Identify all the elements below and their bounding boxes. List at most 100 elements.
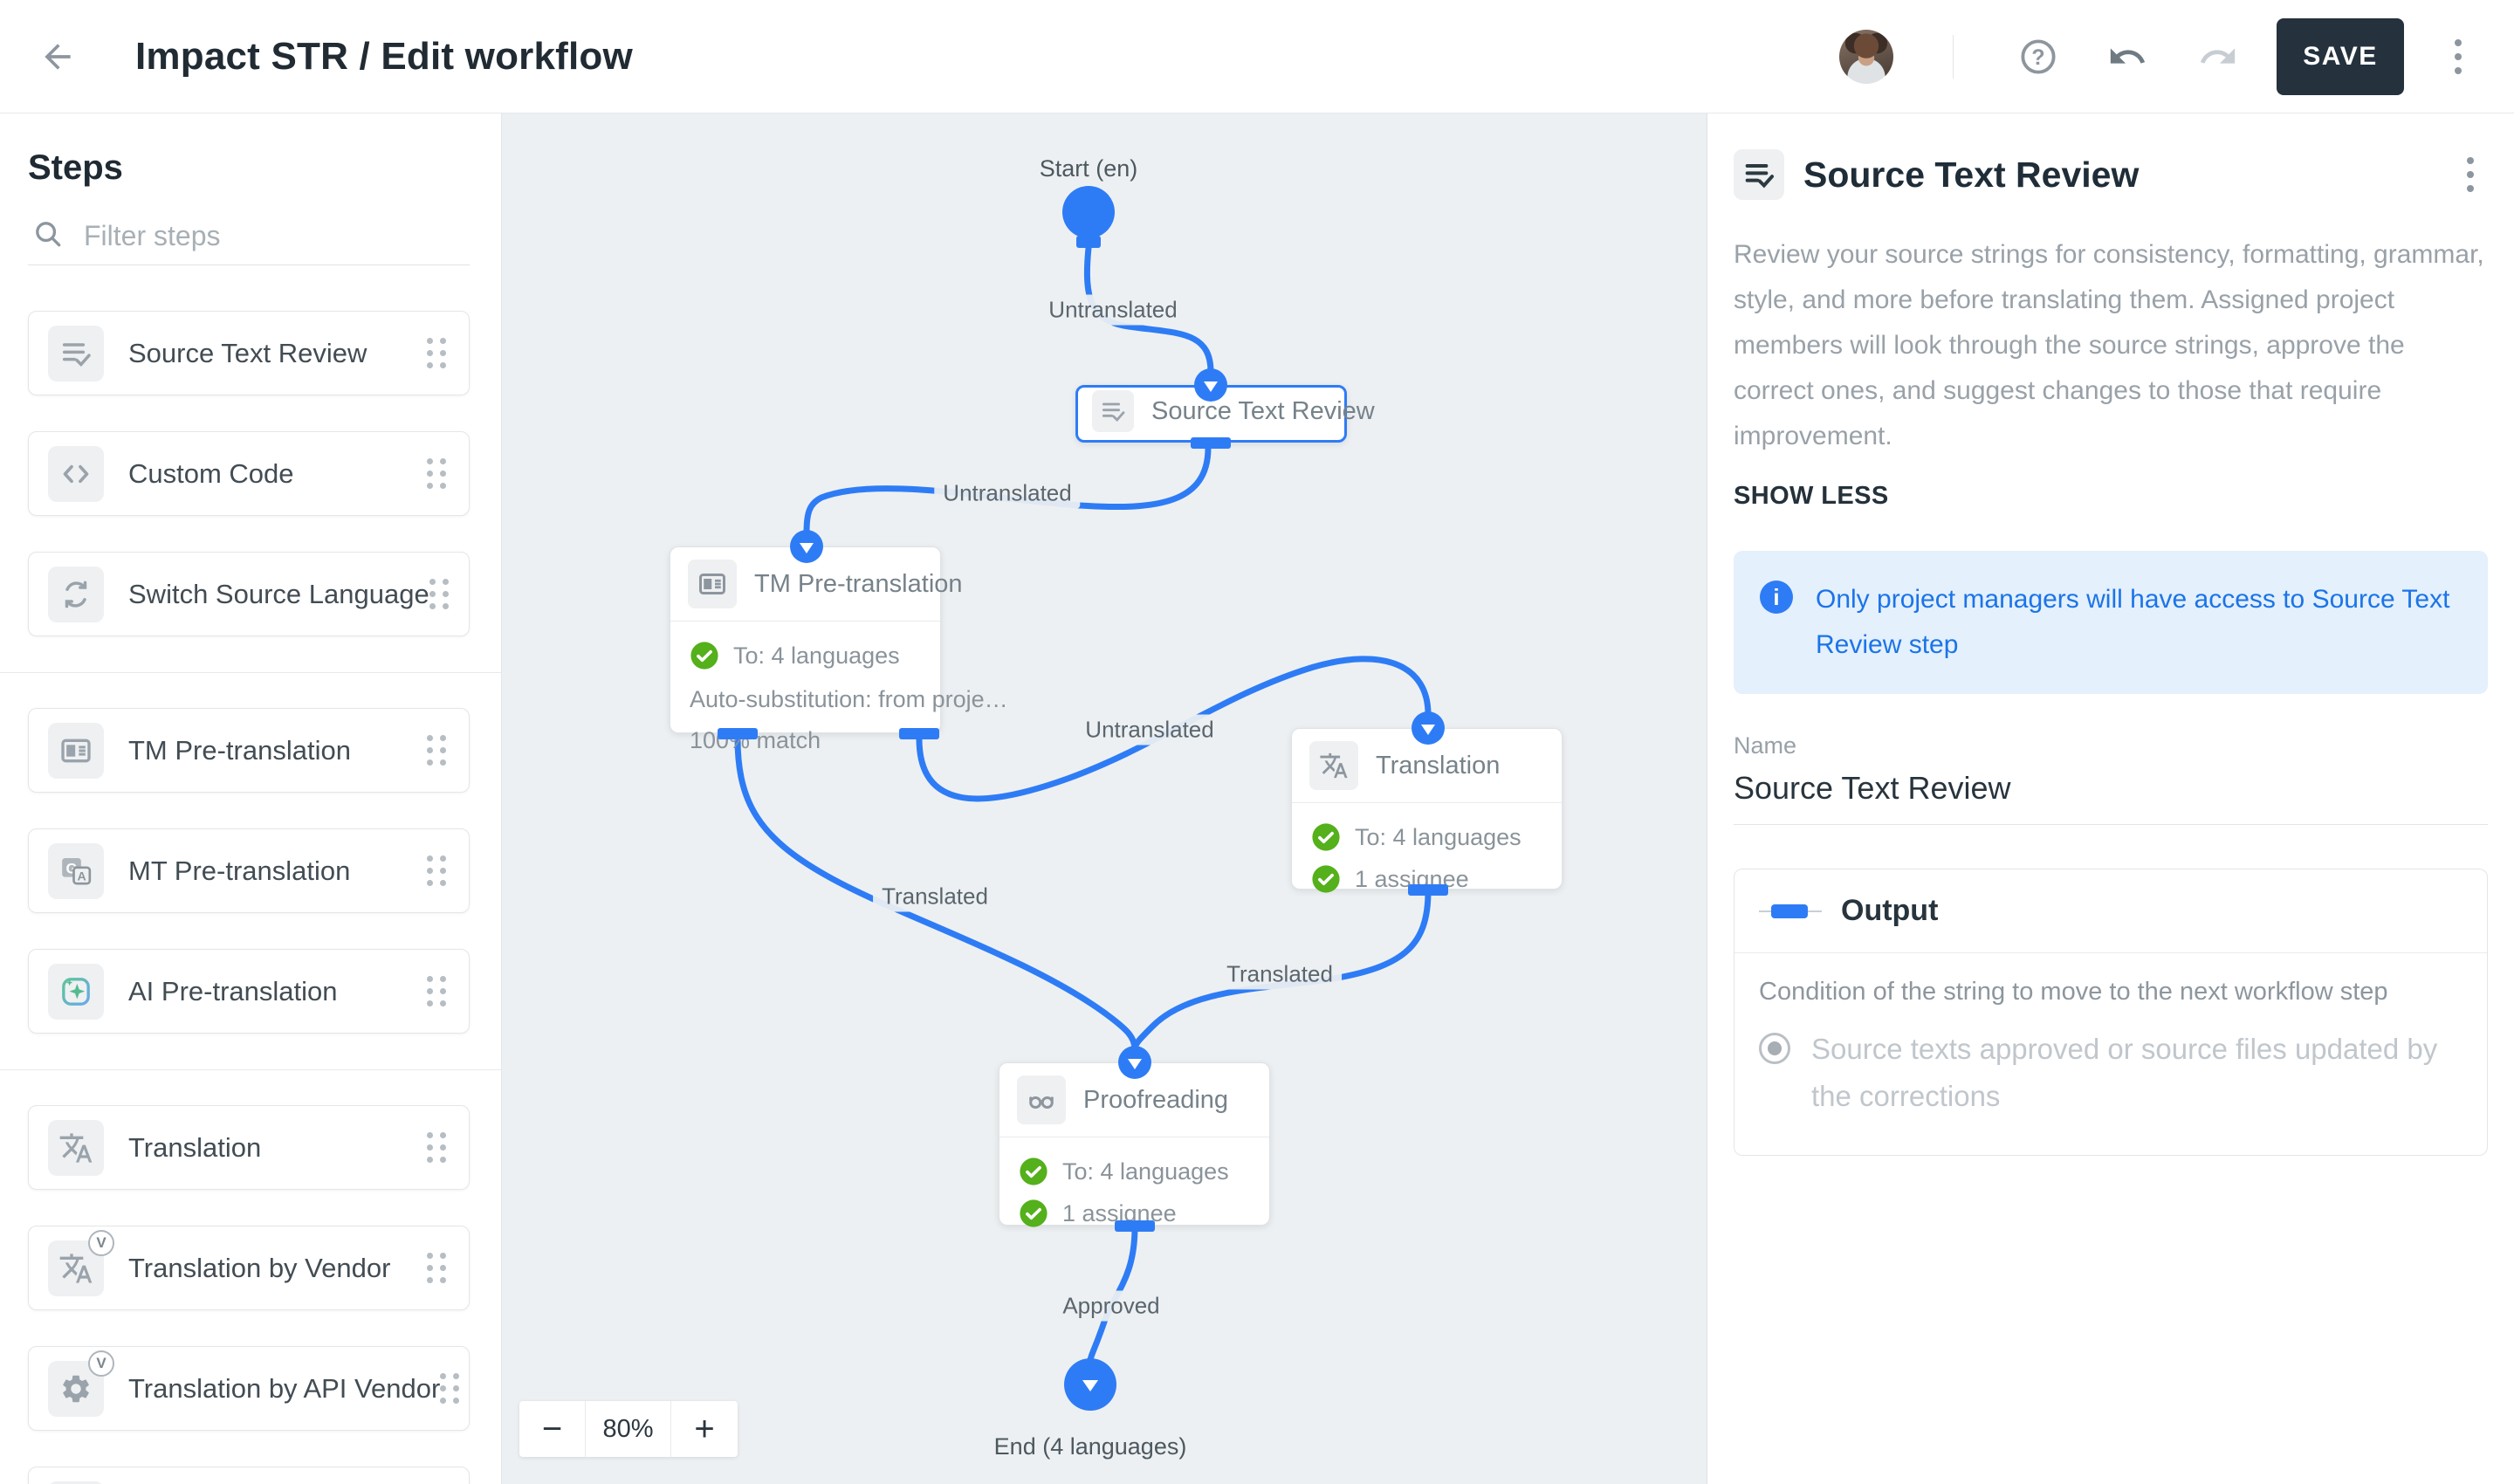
svg-text:A: A [78,869,86,883]
undo-icon [2107,37,2147,77]
drag-handle[interactable] [427,458,446,489]
vendor-badge: V [88,1230,114,1256]
step-card-switch-source-language[interactable]: Switch Source Language [28,552,470,636]
kebab-icon [2467,157,2474,164]
arrow-back-icon [38,38,77,76]
step-card-crowdsourcing[interactable]: Crowdsourcing [28,1467,470,1484]
filter-steps-input[interactable] [84,220,470,252]
info-alert-text: Only project managers will have access t… [1816,577,2462,668]
edge-arrowhead [1412,711,1445,745]
output-card: Output Condition of the string to move t… [1734,869,2488,1156]
drag-handle[interactable] [427,1132,446,1163]
check-circle-icon [1019,1199,1048,1228]
step-card-translation-by-api-vendor[interactable]: V Translation by API Vendor [28,1346,470,1431]
name-field-value[interactable]: Source Text Review [1734,770,2488,825]
user-avatar[interactable] [1839,30,1893,84]
top-bar: Impact STR / Edit workflow ? SAVE [0,0,2514,113]
step-card-tm-pre-translation[interactable]: TM Pre-translation [28,708,470,793]
redo-icon [2198,37,2238,77]
node-translation[interactable]: Translation To: 4 languages 1 assignee [1291,728,1563,890]
source-text-review-icon [1092,390,1134,432]
end-node-label: End (4 languages) [994,1433,1187,1460]
node-output-port[interactable] [718,728,758,739]
drag-handle[interactable] [427,338,446,368]
drag-handle[interactable] [427,855,446,886]
check-circle-icon [1311,822,1341,852]
translate-icon [1309,741,1358,790]
panel-title: Source Text Review [1803,155,2453,196]
check-circle-icon [690,641,719,670]
zoom-control: − 80% + [519,1401,738,1457]
edge-arrowhead [1194,368,1227,402]
drag-handle[interactable] [427,976,446,1007]
show-less-link[interactable]: SHOW LESS [1734,482,1889,511]
step-card-custom-code[interactable]: Custom Code [28,431,470,516]
node-proofreading[interactable]: Proofreading To: 4 languages 1 assignee [999,1062,1270,1226]
source-text-review-icon [48,326,104,381]
end-node[interactable] [1064,1358,1116,1411]
edge-label-translated-1[interactable]: Translated [873,882,997,912]
svg-text:?: ? [2031,45,2044,70]
sync-icon [48,567,104,622]
ai-sparkle-icon [48,964,104,1020]
code-icon [48,446,104,502]
step-description: Review your source strings for consisten… [1734,232,2488,459]
step-options-button[interactable] [2453,148,2488,201]
tm-card-icon [48,723,104,779]
step-card-source-text-review[interactable]: Source Text Review [28,311,470,395]
redo-button[interactable] [2198,37,2238,77]
workflow-canvas[interactable]: Start (en) Untranslated Untranslated Unt… [502,113,1707,1484]
step-card-translation[interactable]: Translation [28,1105,470,1190]
edge-label-untranslated-3[interactable]: Untranslated [1076,715,1222,745]
save-button[interactable]: SAVE [2277,18,2404,95]
edge-label-approved[interactable]: Approved [1054,1291,1168,1322]
start-node[interactable] [1062,186,1115,238]
drag-handle[interactable] [429,579,449,609]
group-divider [0,1069,501,1070]
output-connector-icon [1759,903,1822,919]
globe-icon [48,1481,104,1484]
back-button[interactable] [38,38,77,76]
machine-translate-icon: G A [48,843,104,899]
group-divider [0,672,501,673]
more-options-button[interactable] [2441,31,2476,83]
node-output-port[interactable] [1191,437,1231,449]
zoom-in-button[interactable]: + [671,1401,738,1457]
translate-icon [48,1120,104,1176]
vendor-badge: V [88,1350,114,1377]
drag-handle[interactable] [427,1253,446,1283]
node-output-port[interactable] [1115,1220,1155,1232]
step-details-panel: Source Text Review Review your source st… [1707,113,2514,1484]
info-alert: i Only project managers will have access… [1734,551,2488,694]
drag-handle[interactable] [427,735,446,766]
divider [1953,35,1954,79]
sidebar-title: Steps [28,148,501,188]
edge-label-untranslated-2[interactable]: Untranslated [934,478,1080,509]
node-output-port[interactable] [899,728,939,739]
help-button[interactable]: ? [2018,37,2058,77]
step-card-translation-by-vendor[interactable]: V Translation by Vendor [28,1226,470,1310]
edge-arrowhead [1118,1046,1151,1079]
undo-button[interactable] [2107,37,2147,77]
translate-vendor-icon: V [48,1240,104,1296]
kebab-icon [2455,39,2462,46]
edge-label-untranslated-1[interactable]: Untranslated [1040,295,1185,326]
check-circle-icon [1311,864,1341,894]
step-card-mt-pre-translation[interactable]: G A MT Pre-translation [28,828,470,913]
filter-steps-field[interactable] [28,217,470,265]
node-output-port[interactable] [1408,884,1448,896]
info-icon: i [1760,581,1793,614]
edge-label-translated-2[interactable]: Translated [1218,959,1342,990]
tm-card-icon [688,560,737,608]
node-tm-pre-translation[interactable]: TM Pre-translation To: 4 languages Auto-… [670,546,941,733]
glasses-icon [1017,1075,1066,1124]
step-card-ai-pre-translation[interactable]: AI Pre-translation [28,949,470,1034]
steps-sidebar: Steps Source Text Review [0,113,502,1484]
output-condition-radio[interactable] [1759,1033,1790,1064]
source-text-review-icon [1734,149,1784,200]
start-node-label: Start (en) [1040,155,1138,182]
edge-arrowhead [790,530,823,563]
zoom-out-button[interactable]: − [519,1401,586,1457]
drag-handle[interactable] [440,1373,459,1404]
output-condition-label: Condition of the string to move to the n… [1759,978,2462,1007]
